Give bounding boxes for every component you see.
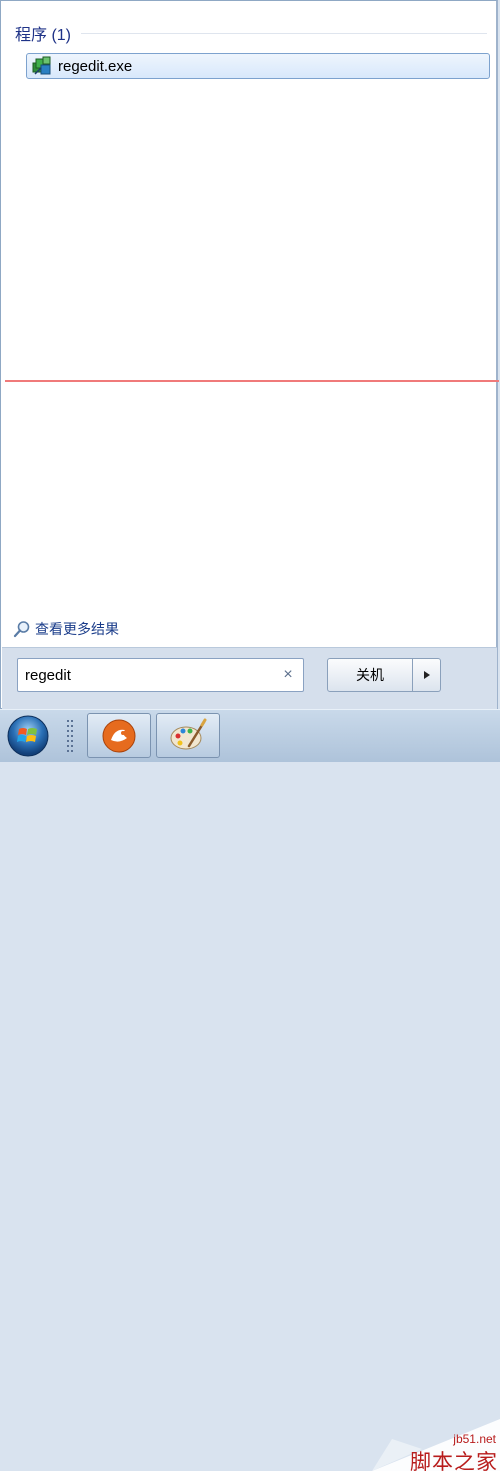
orange-swirl-app-icon — [102, 719, 136, 752]
paint-palette-icon — [170, 718, 207, 749]
programs-section-header: 程序 (1) — [15, 22, 487, 44]
shutdown-button[interactable]: 关机 — [327, 658, 413, 692]
shutdown-options-button[interactable] — [413, 658, 441, 692]
search-icon — [13, 621, 30, 638]
result-item-regedit[interactable]: regedit.exe — [26, 53, 490, 79]
taskbar-grip[interactable] — [66, 718, 74, 754]
see-more-results-link[interactable]: 查看更多结果 — [13, 619, 119, 639]
start-menu-panel: 程序 (1) regedit.exe 查看更多结果 regedit × 关机 — [0, 0, 499, 710]
taskbar: jb51.net 脚本之家 — [0, 709, 500, 1471]
result-item-label: regedit.exe — [58, 57, 133, 75]
watermark-name: 脚本之家 — [410, 1450, 498, 1471]
programs-section-title: 程序 (1) — [15, 27, 72, 44]
divider-line — [5, 380, 499, 382]
clear-search-icon[interactable]: × — [277, 667, 299, 683]
triangle-right-icon — [423, 671, 430, 679]
search-area: regedit × 关机 — [2, 647, 497, 710]
watermark-url: jb51.net — [453, 1432, 496, 1446]
taskbar-app-1[interactable] — [87, 713, 151, 758]
search-input[interactable]: regedit × — [17, 658, 304, 692]
see-more-results-label: 查看更多结果 — [35, 621, 119, 637]
shutdown-group: 关机 — [327, 658, 441, 692]
shutdown-button-label: 关机 — [356, 667, 384, 683]
section-divider — [81, 32, 487, 34]
watermark: jb51.net 脚本之家 — [362, 1419, 500, 1471]
windows-logo-icon[interactable] — [6, 714, 50, 758]
regedit-icon — [32, 56, 51, 75]
search-input-value[interactable]: regedit — [25, 667, 277, 684]
taskbar-app-2[interactable] — [156, 713, 220, 758]
